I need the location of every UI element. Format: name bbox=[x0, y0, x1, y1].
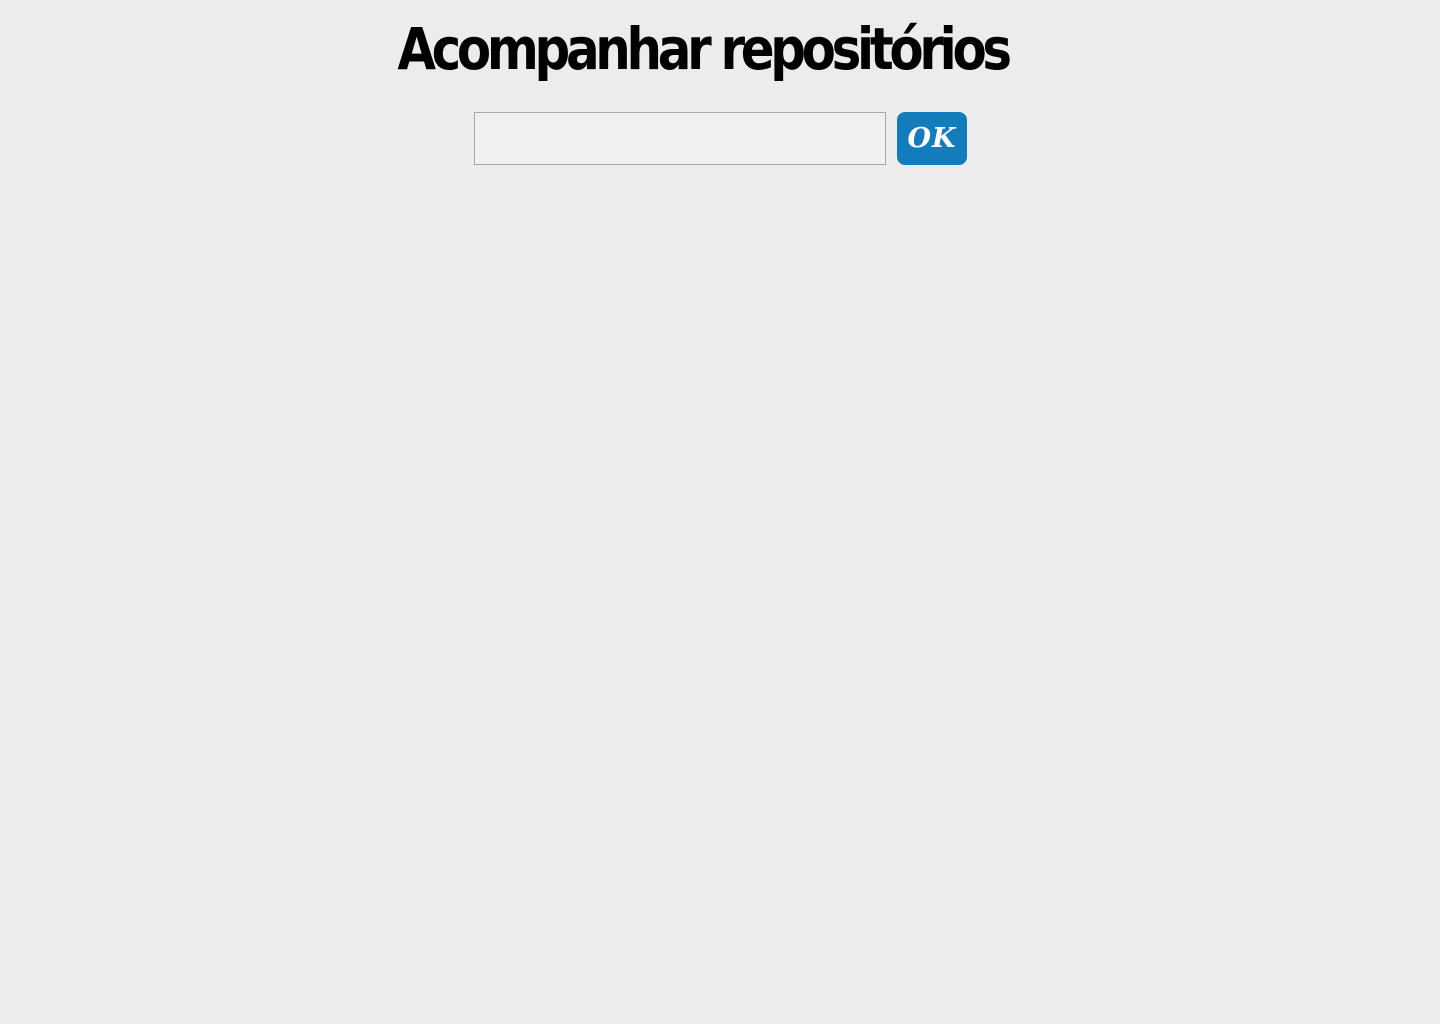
repository-input[interactable] bbox=[474, 112, 886, 165]
page-title: Acompanhar repositórios bbox=[397, 15, 1012, 83]
ok-button[interactable]: OK bbox=[897, 112, 967, 165]
page: Acompanhar repositórios OK bbox=[0, 0, 1440, 1024]
repository-form: OK bbox=[474, 112, 967, 165]
